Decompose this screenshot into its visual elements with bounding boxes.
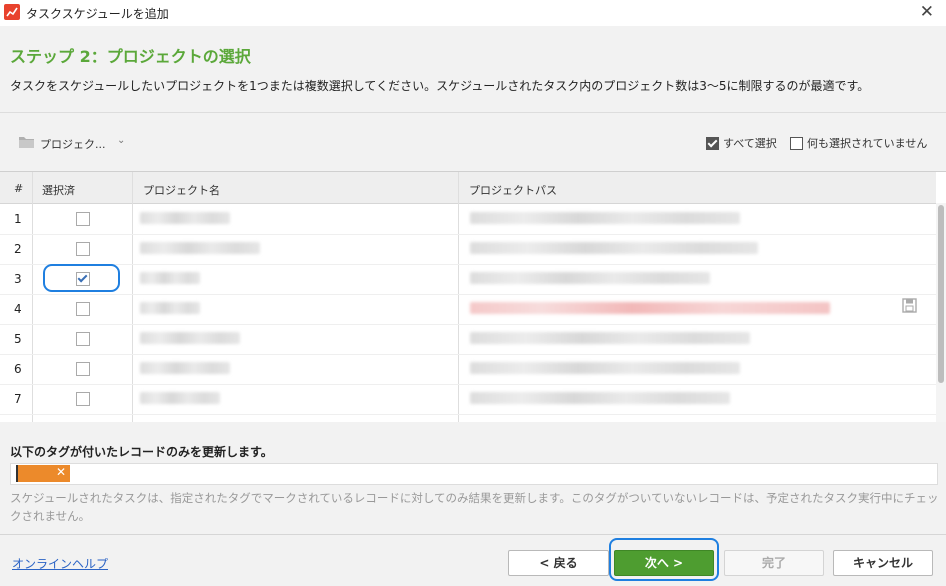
cancel-button[interactable]: キャンセル [833,550,933,576]
row-checkbox[interactable] [76,362,90,376]
back-button[interactable]: < 戻る [508,550,609,576]
finish-button[interactable]: 完了 [724,550,824,576]
row-number: 6 [14,362,22,376]
column-header-number[interactable]: # [14,182,23,195]
step-header: ステップ 2：プロジェクトの選択 タスクをスケジュールしたいプロジェクトを1つま… [0,26,946,113]
checkbox-icon[interactable] [790,136,803,150]
row-number: 3 [14,272,22,286]
table-row[interactable]: 3 [0,264,936,295]
row-checkbox[interactable] [76,212,90,226]
project-path-redacted [470,332,750,344]
tag-filter-title: 以下のタグが付いたレコードのみを更新します。 [10,445,273,459]
select-none-label: 何も選択されていません [807,137,928,150]
column-header-selected[interactable]: 選択済 [42,182,75,198]
tag-filter-note: スケジュールされたタスクは、指定されたタグでマークされているレコードに対してのみ… [10,491,939,523]
project-path-redacted [470,392,730,404]
step-description: タスクをスケジュールしたいプロジェクトを1つまたは複数選択してください。スケジュ… [10,79,870,93]
project-name-redacted [140,242,260,254]
project-name-redacted [140,332,240,344]
table-row[interactable]: 6 [0,354,936,385]
row-number: 1 [14,212,22,226]
row-number: 7 [14,392,22,406]
row-number: 5 [14,332,22,346]
project-name-redacted [140,272,200,284]
app-logo-icon [4,4,20,20]
project-dropdown[interactable]: プロジェク... [40,136,106,152]
project-table: # 選択済 プロジェクト名 プロジェクトパス 1 2 3 4 5 6 7 [0,172,946,422]
online-help-link[interactable]: オンラインヘルプ [12,555,108,572]
save-icon[interactable] [902,298,917,313]
selected-checkbox-highlight [43,264,120,292]
project-toolbar: プロジェク... ⌄ すべて選択 何も選択されていません [0,113,946,172]
table-row[interactable]: 4 [0,294,936,325]
close-icon[interactable]: ✕ [920,3,934,21]
project-name-redacted [140,392,220,404]
project-path-redacted [470,242,758,254]
project-path-missing-redacted [470,302,830,314]
window-title: タスクスケジュールを追加 [26,7,169,21]
scrollbar-thumb[interactable] [938,205,944,383]
row-checkbox[interactable] [76,332,90,346]
table-row[interactable]: 7 [0,384,936,415]
folder-icon[interactable] [18,135,35,149]
table-scrollbar[interactable] [936,203,946,422]
title-bar: タスクスケジュールを追加 ✕ [0,0,946,26]
row-number: 2 [14,242,22,256]
row-number: 4 [14,302,22,316]
project-path-redacted [470,362,740,374]
row-checkbox[interactable] [76,302,90,316]
table-row[interactable]: 1 [0,204,936,235]
column-header-project-path[interactable]: プロジェクトパス [469,182,557,198]
checkbox-checked-icon[interactable] [706,136,719,150]
next-button-highlight [609,538,719,581]
table-row[interactable]: 5 [0,324,936,355]
table-row[interactable]: 2 [0,234,936,265]
project-name-redacted [140,362,230,374]
tag-chip[interactable]: ✕ [16,465,70,482]
row-checkbox[interactable] [76,242,90,256]
column-header-project-name[interactable]: プロジェクト名 [143,182,220,198]
dialog-footer: オンラインヘルプ < 戻る 次へ > 完了 キャンセル [0,534,946,586]
tag-input-field[interactable]: ✕ [10,463,938,485]
close-icon[interactable]: ✕ [56,465,66,479]
project-name-redacted [140,212,230,224]
project-path-redacted [470,212,740,224]
table-header: # 選択済 プロジェクト名 プロジェクトパス [0,172,936,204]
select-all-label: すべて選択 [723,137,777,150]
row-checkbox[interactable] [76,392,90,406]
select-none-checkbox[interactable]: 何も選択されていません [790,135,927,151]
project-name-redacted [140,302,200,314]
chevron-down-icon[interactable]: ⌄ [117,135,125,146]
select-all-checkbox[interactable]: すべて選択 [706,135,777,151]
project-path-redacted [470,272,710,284]
step-title: ステップ 2：プロジェクトの選択 [10,47,251,66]
tag-filter-section: 以下のタグが付いたレコードのみを更新します。 ✕ スケジュールされたタスクは、指… [0,422,946,534]
